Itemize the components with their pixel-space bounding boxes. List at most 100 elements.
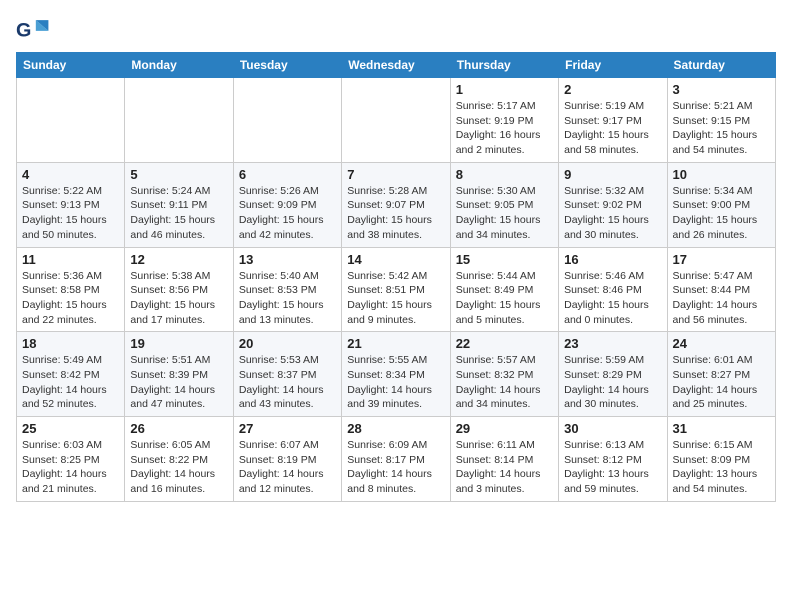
day-info: Sunrise: 5:42 AMSunset: 8:51 PMDaylight:… (347, 269, 444, 328)
weekday-header-friday: Friday (559, 53, 667, 78)
calendar-cell: 24 Sunrise: 6:01 AMSunset: 8:27 PMDayligh… (667, 332, 775, 417)
calendar-cell (125, 78, 233, 163)
day-number: 18 (22, 336, 119, 351)
calendar-cell: 18 Sunrise: 5:49 AMSunset: 8:42 PMDayligh… (17, 332, 125, 417)
calendar-cell: 25 Sunrise: 6:03 AMSunset: 8:25 PMDayligh… (17, 417, 125, 502)
calendar-table: SundayMondayTuesdayWednesdayThursdayFrid… (16, 52, 776, 502)
day-number: 27 (239, 421, 336, 436)
day-number: 4 (22, 167, 119, 182)
calendar-cell: 19 Sunrise: 5:51 AMSunset: 8:39 PMDayligh… (125, 332, 233, 417)
calendar-cell: 30Sunrise: 6:13 AMSunset: 8:12 PMDayligh… (559, 417, 667, 502)
day-info: Sunrise: 5:24 AMSunset: 9:11 PMDaylight:… (130, 184, 227, 243)
calendar-row: 11 Sunrise: 5:36 AMSunset: 8:58 PMDayligh… (17, 247, 776, 332)
calendar-cell: 6 Sunrise: 5:26 AMSunset: 9:09 PMDaylight… (233, 162, 341, 247)
calendar-cell: 10 Sunrise: 5:34 AMSunset: 9:00 PMDayligh… (667, 162, 775, 247)
calendar-cell (17, 78, 125, 163)
day-number: 25 (22, 421, 119, 436)
day-info: Sunrise: 6:05 AMSunset: 8:22 PMDaylight:… (130, 438, 227, 497)
day-number: 21 (347, 336, 444, 351)
day-info: Sunrise: 5:34 AMSunset: 9:00 PMDaylight:… (673, 184, 770, 243)
day-number: 28 (347, 421, 444, 436)
day-info: Sunrise: 6:09 AMSunset: 8:17 PMDaylight:… (347, 438, 444, 497)
day-number: 30 (564, 421, 661, 436)
day-info: Sunrise: 5:19 AMSunset: 9:17 PMDaylight:… (564, 99, 661, 158)
page-header: G (16, 16, 776, 44)
calendar-cell: 9 Sunrise: 5:32 AMSunset: 9:02 PMDaylight… (559, 162, 667, 247)
day-info: Sunrise: 5:26 AMSunset: 9:09 PMDaylight:… (239, 184, 336, 243)
day-number: 23 (564, 336, 661, 351)
day-number: 14 (347, 252, 444, 267)
calendar-cell: 28 Sunrise: 6:09 AMSunset: 8:17 PMDayligh… (342, 417, 450, 502)
day-info: Sunrise: 5:55 AMSunset: 8:34 PMDaylight:… (347, 353, 444, 412)
calendar-cell: 23 Sunrise: 5:59 AMSunset: 8:29 PMDayligh… (559, 332, 667, 417)
day-number: 6 (239, 167, 336, 182)
day-info: Sunrise: 6:11 AMSunset: 8:14 PMDaylight:… (456, 438, 553, 497)
day-info: Sunrise: 5:22 AMSunset: 9:13 PMDaylight:… (22, 184, 119, 243)
day-info: Sunrise: 6:15 AMSunset: 8:09 PMDaylight:… (673, 438, 770, 497)
day-info: Sunrise: 5:59 AMSunset: 8:29 PMDaylight:… (564, 353, 661, 412)
calendar-cell: 15 Sunrise: 5:44 AMSunset: 8:49 PMDayligh… (450, 247, 558, 332)
logo: G (16, 16, 56, 44)
calendar-cell (342, 78, 450, 163)
day-info: Sunrise: 5:38 AMSunset: 8:56 PMDaylight:… (130, 269, 227, 328)
day-number: 15 (456, 252, 553, 267)
logo-icon: G (16, 16, 52, 44)
calendar-body: 1 Sunrise: 5:17 AMSunset: 9:19 PMDaylight… (17, 78, 776, 502)
weekday-header-sunday: Sunday (17, 53, 125, 78)
calendar-cell: 7Sunrise: 5:28 AMSunset: 9:07 PMDaylight… (342, 162, 450, 247)
day-info: Sunrise: 5:57 AMSunset: 8:32 PMDaylight:… (456, 353, 553, 412)
day-info: Sunrise: 5:17 AMSunset: 9:19 PMDaylight:… (456, 99, 553, 158)
day-number: 24 (673, 336, 770, 351)
day-info: Sunrise: 6:07 AMSunset: 8:19 PMDaylight:… (239, 438, 336, 497)
day-info: Sunrise: 5:46 AMSunset: 8:46 PMDaylight:… (564, 269, 661, 328)
calendar-cell: 20Sunrise: 5:53 AMSunset: 8:37 PMDayligh… (233, 332, 341, 417)
day-number: 31 (673, 421, 770, 436)
day-info: Sunrise: 5:21 AMSunset: 9:15 PMDaylight:… (673, 99, 770, 158)
day-number: 20 (239, 336, 336, 351)
calendar-row: 4 Sunrise: 5:22 AMSunset: 9:13 PMDaylight… (17, 162, 776, 247)
day-info: Sunrise: 5:32 AMSunset: 9:02 PMDaylight:… (564, 184, 661, 243)
day-info: Sunrise: 5:36 AMSunset: 8:58 PMDaylight:… (22, 269, 119, 328)
day-number: 12 (130, 252, 227, 267)
day-number: 26 (130, 421, 227, 436)
calendar-header: SundayMondayTuesdayWednesdayThursdayFrid… (17, 53, 776, 78)
day-info: Sunrise: 5:47 AMSunset: 8:44 PMDaylight:… (673, 269, 770, 328)
day-info: Sunrise: 5:28 AMSunset: 9:07 PMDaylight:… (347, 184, 444, 243)
day-number: 9 (564, 167, 661, 182)
weekday-header-thursday: Thursday (450, 53, 558, 78)
weekday-header-row: SundayMondayTuesdayWednesdayThursdayFrid… (17, 53, 776, 78)
calendar-cell: 4 Sunrise: 5:22 AMSunset: 9:13 PMDaylight… (17, 162, 125, 247)
weekday-header-tuesday: Tuesday (233, 53, 341, 78)
weekday-header-monday: Monday (125, 53, 233, 78)
day-info: Sunrise: 5:44 AMSunset: 8:49 PMDaylight:… (456, 269, 553, 328)
calendar-cell: 8Sunrise: 5:30 AMSunset: 9:05 PMDaylight… (450, 162, 558, 247)
day-number: 11 (22, 252, 119, 267)
calendar-row: 25 Sunrise: 6:03 AMSunset: 8:25 PMDayligh… (17, 417, 776, 502)
weekday-header-wednesday: Wednesday (342, 53, 450, 78)
calendar-cell: 11 Sunrise: 5:36 AMSunset: 8:58 PMDayligh… (17, 247, 125, 332)
calendar-cell: 14 Sunrise: 5:42 AMSunset: 8:51 PMDayligh… (342, 247, 450, 332)
calendar-cell: 22Sunrise: 5:57 AMSunset: 8:32 PMDayligh… (450, 332, 558, 417)
day-number: 5 (130, 167, 227, 182)
calendar-cell: 31 Sunrise: 6:15 AMSunset: 8:09 PMDayligh… (667, 417, 775, 502)
day-number: 10 (673, 167, 770, 182)
calendar-cell: 21 Sunrise: 5:55 AMSunset: 8:34 PMDayligh… (342, 332, 450, 417)
day-number: 1 (456, 82, 553, 97)
day-info: Sunrise: 5:40 AMSunset: 8:53 PMDaylight:… (239, 269, 336, 328)
calendar-row: 1 Sunrise: 5:17 AMSunset: 9:19 PMDaylight… (17, 78, 776, 163)
calendar-cell: 12 Sunrise: 5:38 AMSunset: 8:56 PMDayligh… (125, 247, 233, 332)
day-info: Sunrise: 6:03 AMSunset: 8:25 PMDaylight:… (22, 438, 119, 497)
calendar-cell: 16 Sunrise: 5:46 AMSunset: 8:46 PMDayligh… (559, 247, 667, 332)
day-info: Sunrise: 6:01 AMSunset: 8:27 PMDaylight:… (673, 353, 770, 412)
day-info: Sunrise: 5:49 AMSunset: 8:42 PMDaylight:… (22, 353, 119, 412)
day-number: 19 (130, 336, 227, 351)
calendar-cell: 29Sunrise: 6:11 AMSunset: 8:14 PMDayligh… (450, 417, 558, 502)
day-info: Sunrise: 5:30 AMSunset: 9:05 PMDaylight:… (456, 184, 553, 243)
calendar-cell (233, 78, 341, 163)
day-number: 16 (564, 252, 661, 267)
weekday-header-saturday: Saturday (667, 53, 775, 78)
calendar-cell: 13Sunrise: 5:40 AMSunset: 8:53 PMDayligh… (233, 247, 341, 332)
calendar-cell: 3 Sunrise: 5:21 AMSunset: 9:15 PMDaylight… (667, 78, 775, 163)
day-info: Sunrise: 5:51 AMSunset: 8:39 PMDaylight:… (130, 353, 227, 412)
day-number: 3 (673, 82, 770, 97)
